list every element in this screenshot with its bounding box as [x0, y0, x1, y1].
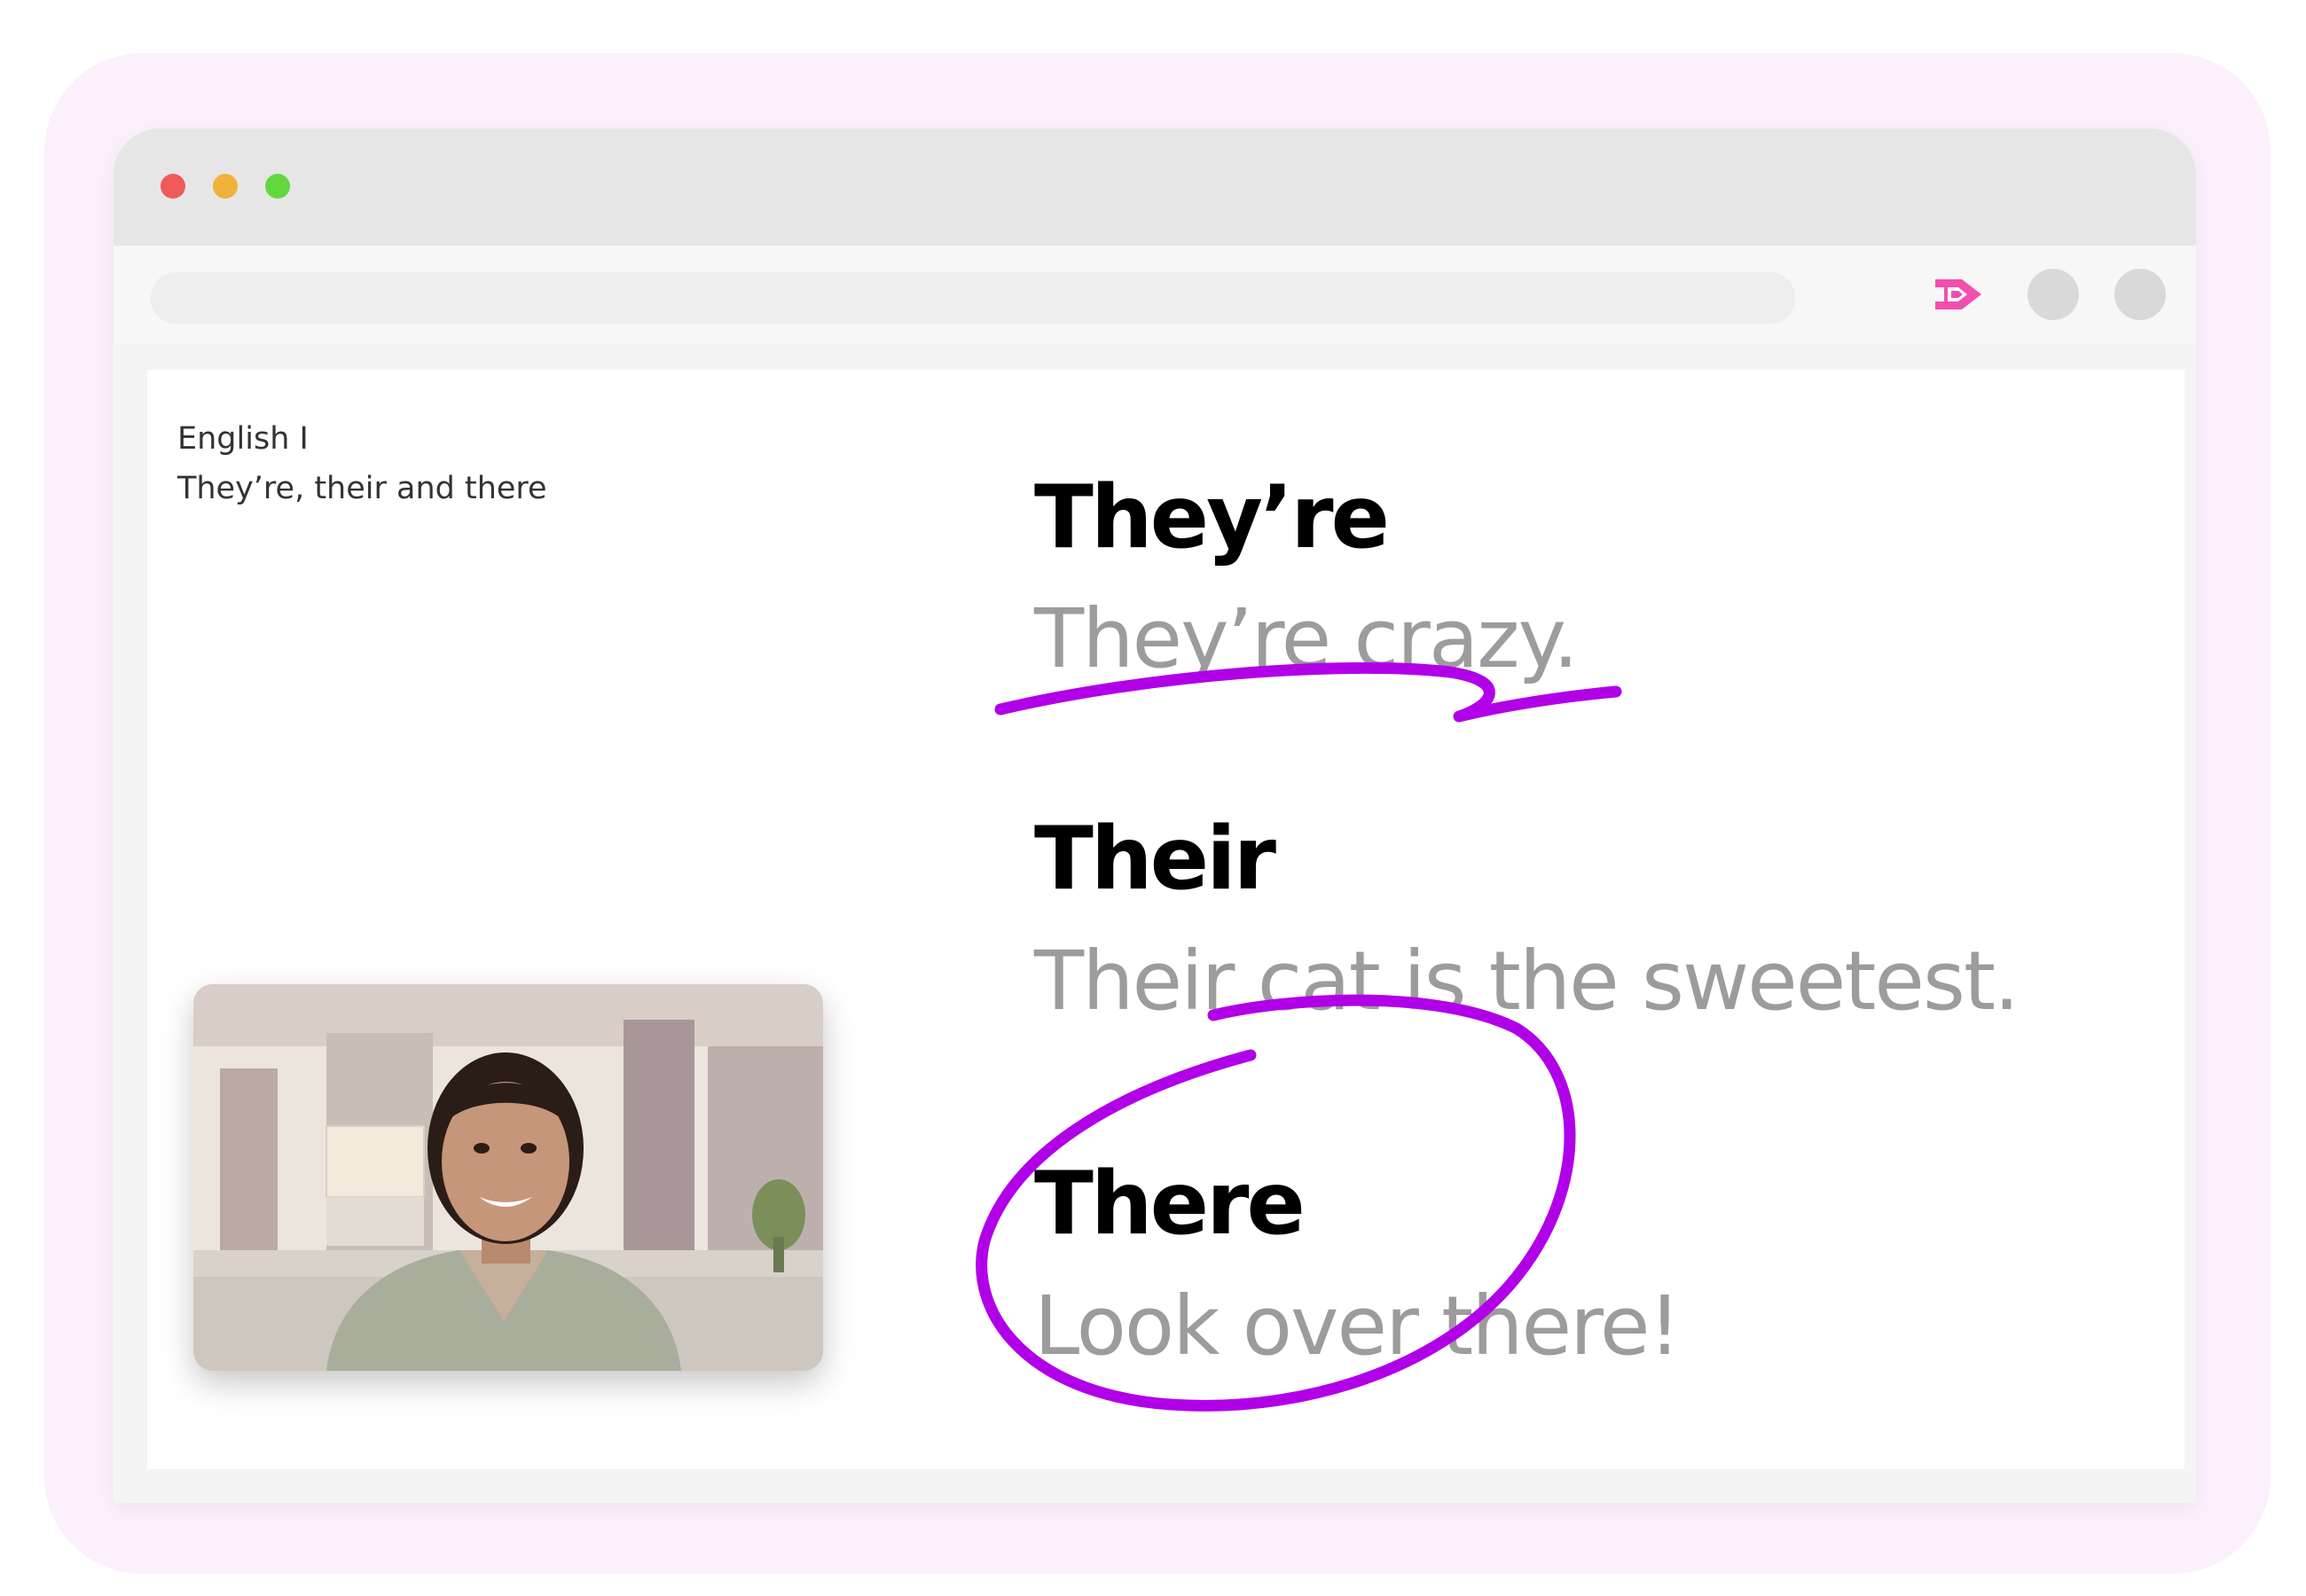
webcam-participant-image: [193, 984, 823, 1371]
course-info: English I They’re, their and there: [177, 414, 547, 513]
title-bar: [114, 129, 2196, 246]
term-heading: Their: [1034, 809, 1276, 910]
close-window-button[interactable]: [161, 174, 185, 199]
play-arrow-icon[interactable]: [1932, 274, 1985, 315]
webcam-video-tile[interactable]: [193, 984, 823, 1371]
term-heading: They’re: [1034, 467, 1390, 568]
term-example: Look over there!: [1034, 1279, 1681, 1373]
term-example: They’re crazy.: [1034, 591, 1579, 686]
course-subject: English I: [177, 421, 309, 457]
maximize-window-button[interactable]: [265, 174, 290, 199]
term-heading: There: [1034, 1154, 1306, 1255]
address-bar[interactable]: [151, 272, 1795, 324]
minimize-window-button[interactable]: [213, 174, 238, 199]
term-example: Their cat is the sweetest.: [1034, 934, 2020, 1029]
menu-button[interactable]: [2114, 269, 2166, 320]
browser-toolbar: [114, 246, 2196, 343]
profile-button[interactable]: [2028, 269, 2079, 320]
lesson-title: They’re, their and there: [177, 471, 547, 506]
